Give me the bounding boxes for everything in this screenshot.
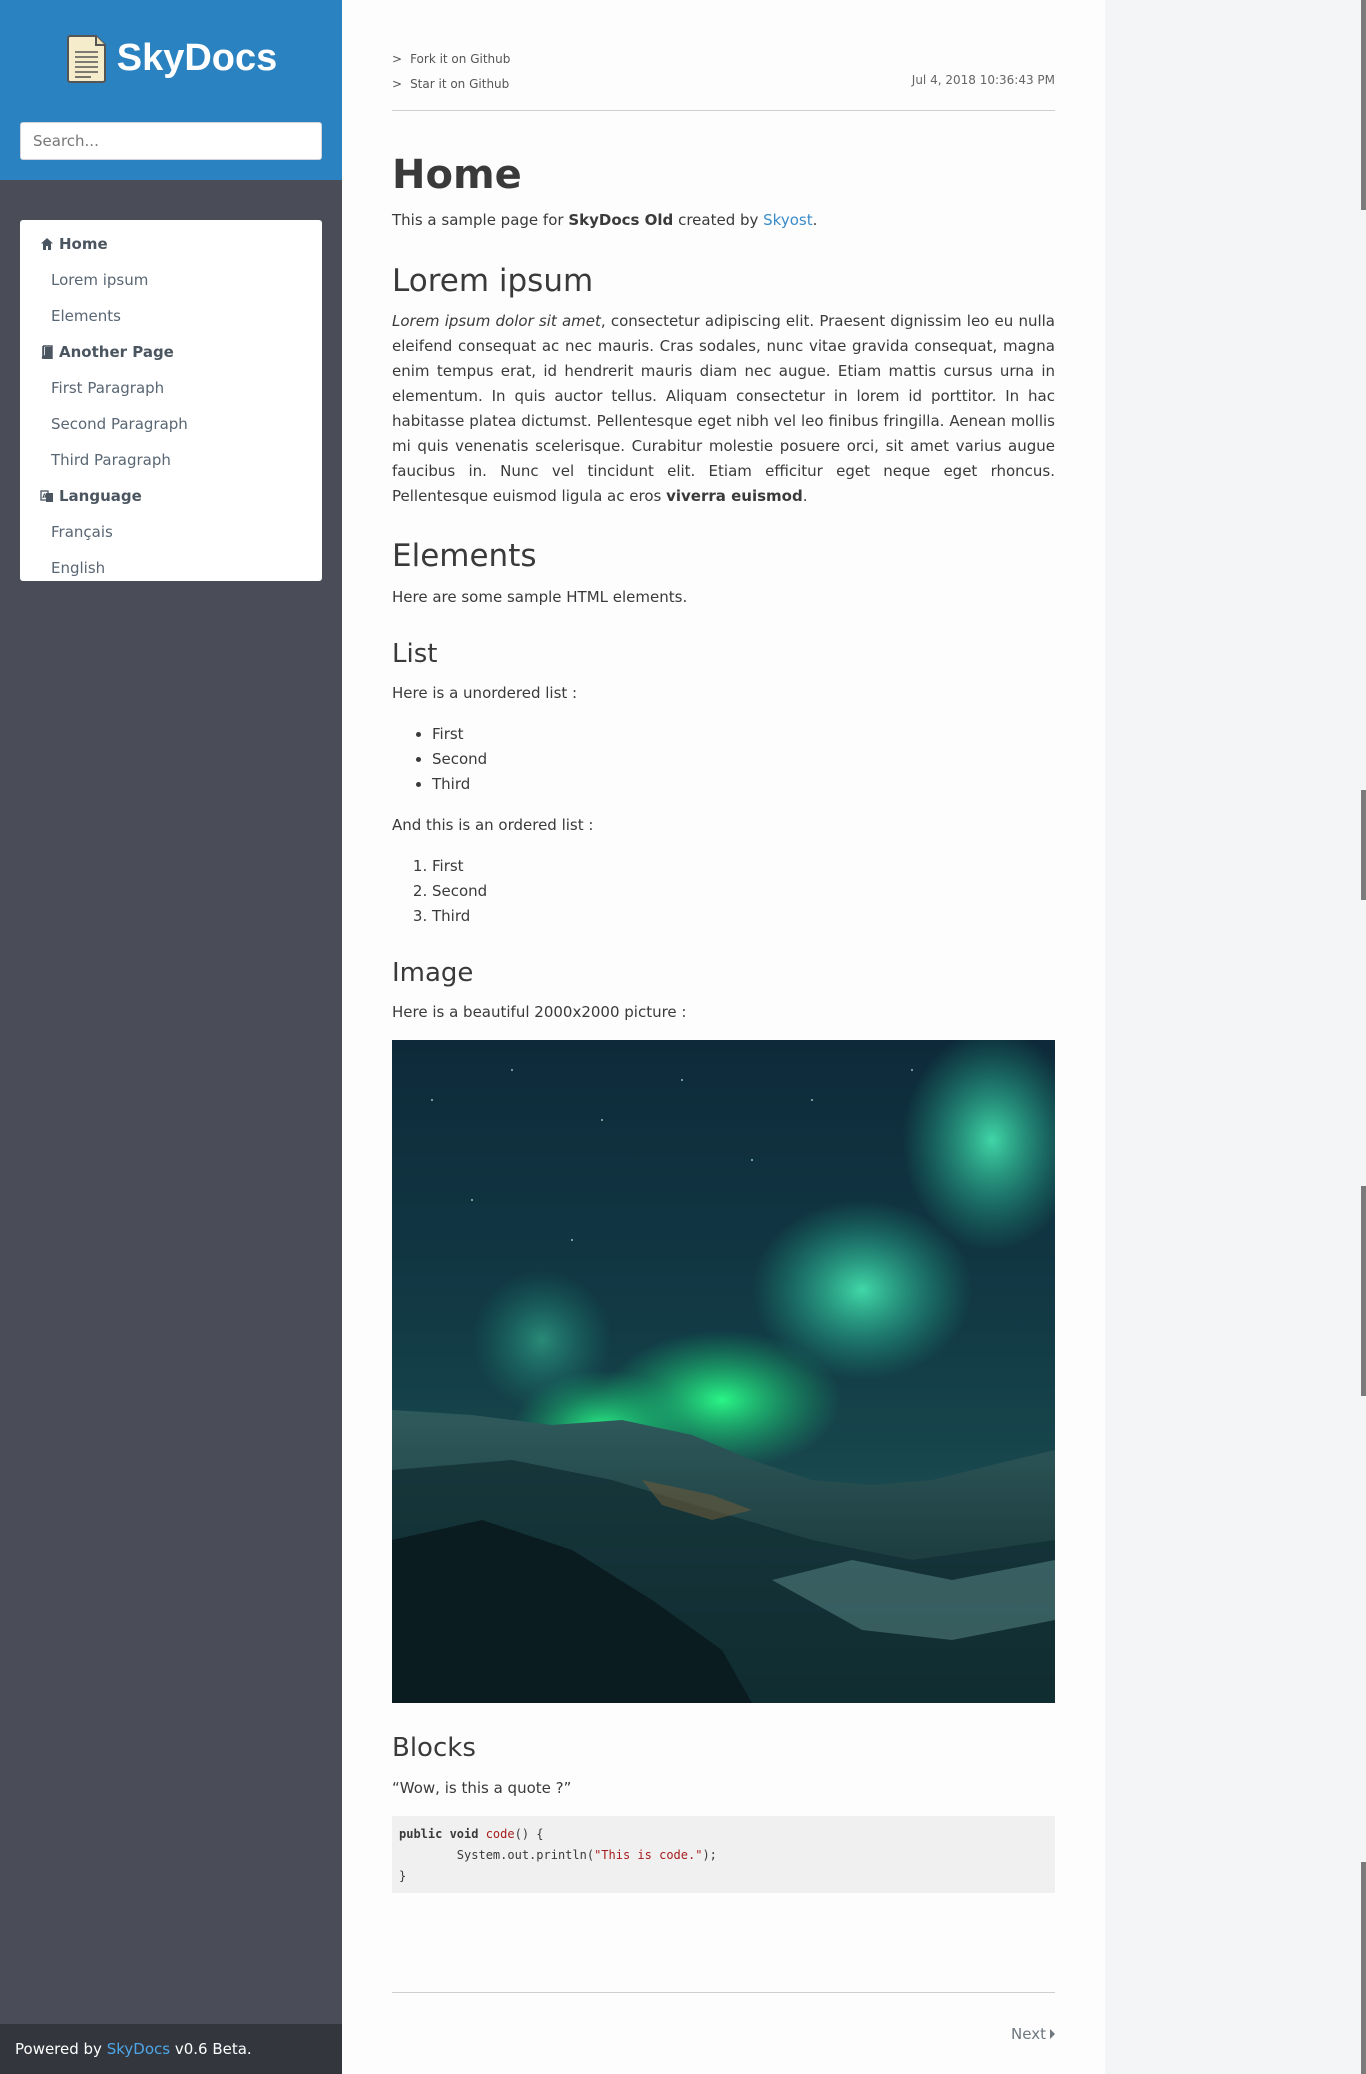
arrow-right-icon: > [392, 51, 403, 66]
search-wrap [0, 88, 342, 160]
nav-label: Second Paragraph [51, 415, 188, 433]
timestamp: Jul 4, 2018 10:36:43 PM [911, 73, 1055, 87]
svg-text:A: A [42, 493, 47, 500]
unordered-list: First Second Third [392, 722, 1055, 797]
nav-label: Elements [51, 307, 121, 325]
nav-label: Another Page [59, 343, 174, 361]
nav-label: First Paragraph [51, 379, 165, 397]
code-string: "This is code." [594, 1848, 703, 1862]
blockquote: “Wow, is this a quote ?” [392, 1779, 572, 1797]
book-icon [41, 345, 53, 359]
footer-suffix: v0.6 Beta. [170, 2040, 252, 2058]
sidebar-header: SkyDocs [0, 0, 342, 180]
brand[interactable]: SkyDocs [0, 28, 342, 88]
intro-text: This a sample page for SkyDocs Old creat… [392, 208, 1055, 233]
intro-after: . [812, 211, 818, 229]
intro-middle: created by [673, 211, 764, 229]
code-text: System.out.println( [399, 1848, 595, 1862]
nav-item-francais[interactable]: Français [20, 514, 322, 550]
code-text: ); [702, 1848, 717, 1862]
scrollbar-marker[interactable] [1361, 1862, 1366, 2074]
language-icon: A [40, 490, 53, 502]
code-text: () { [514, 1827, 544, 1841]
nav-item-language[interactable]: A Language [20, 478, 322, 514]
nav-label: Language [59, 487, 142, 505]
footer-skydocs-link[interactable]: SkyDocs [107, 2040, 170, 2058]
scrollbar-marker[interactable] [1361, 1186, 1366, 1396]
page-title: Home [392, 152, 522, 198]
intro-before: This a sample page for [392, 211, 569, 229]
skyost-link[interactable]: Skyost [763, 211, 812, 229]
aurora-image [392, 1040, 1055, 1703]
github-links: > Fork it on Github > Star it on Github [392, 46, 1055, 96]
nav-label: Lorem ipsum [51, 271, 149, 289]
lorem-ipsum-heading: Lorem ipsum [392, 263, 594, 299]
lorem-bold: viverra euismod [666, 487, 803, 505]
unordered-intro: Here is a unordered list : [392, 684, 578, 702]
nav-item-second-paragraph[interactable]: Second Paragraph [20, 406, 322, 442]
lorem-italic: Lorem ipsum dolor sit amet [392, 312, 601, 330]
divider [392, 1992, 1055, 1993]
sidebar: SkyDocs Home Lorem ipsum Elements Anothe… [0, 0, 342, 2074]
ordered-intro: And this is an ordered list : [392, 816, 594, 834]
list-item: Third [432, 772, 1055, 797]
code-text: } [399, 1869, 407, 1883]
image-text: Here is a beautiful 2000x2000 picture : [392, 1003, 687, 1021]
sidebar-footer: Powered by SkyDocs v0.6 Beta. [0, 2024, 342, 2074]
next-page-link[interactable]: Next [1011, 2025, 1055, 2043]
code-block: public void code() { System.out.println(… [392, 1816, 1055, 1893]
lorem-text: , consectetur adipiscing elit. Praesent … [392, 312, 1055, 505]
scrollbar-marker[interactable] [1361, 790, 1366, 900]
nav-label: Français [51, 523, 113, 541]
ordered-list: First Second Third [392, 854, 1055, 929]
nav-label: Third Paragraph [51, 451, 171, 469]
next-label: Next [1011, 2025, 1046, 2043]
nav-item-first-paragraph[interactable]: First Paragraph [20, 370, 322, 406]
nav-label: English [51, 559, 106, 577]
image-heading: Image [392, 958, 474, 988]
arrow-right-icon: > [392, 76, 403, 91]
fork-github-label: Fork it on Github [410, 51, 511, 66]
main-content: > Fork it on Github > Star it on Github … [342, 0, 1105, 2074]
elements-text: Here are some sample HTML elements. [392, 588, 688, 606]
nav-item-home[interactable]: Home [20, 226, 322, 262]
blocks-heading: Blocks [392, 1733, 476, 1763]
divider [392, 110, 1055, 111]
document-icon [66, 35, 106, 83]
list-item: Third [432, 904, 1055, 929]
lorem-ipsum-paragraph: Lorem ipsum dolor sit amet, consectetur … [392, 309, 1055, 509]
home-icon [41, 238, 53, 250]
intro-bold: SkyDocs Old [568, 211, 674, 229]
list-heading: List [392, 639, 438, 669]
elements-heading: Elements [392, 538, 537, 574]
list-item: First [432, 722, 1055, 747]
nav-item-lorem-ipsum[interactable]: Lorem ipsum [20, 262, 322, 298]
nav-label: Home [59, 235, 108, 253]
footer-prefix: Powered by [15, 2040, 107, 2058]
search-input[interactable] [20, 122, 322, 160]
nav-item-another-page[interactable]: Another Page [20, 334, 322, 370]
list-item: Second [432, 747, 1055, 772]
list-item: Second [432, 879, 1055, 904]
nav-item-elements[interactable]: Elements [20, 298, 322, 334]
code-keyword: public void [399, 1827, 486, 1841]
list-item: First [432, 854, 1055, 879]
nav-menu: Home Lorem ipsum Elements Another Page F… [20, 220, 322, 581]
fork-github-link[interactable]: > Fork it on Github [392, 46, 1055, 71]
brand-name: SkyDocs [116, 36, 278, 79]
code-function: code [485, 1827, 515, 1841]
star-github-label: Star it on Github [410, 76, 510, 91]
nav-item-third-paragraph[interactable]: Third Paragraph [20, 442, 322, 478]
caret-right-icon [1050, 2029, 1055, 2039]
nav-item-english[interactable]: English [20, 550, 322, 586]
lorem-end: . [802, 487, 808, 505]
scrollbar-marker[interactable] [1361, 0, 1366, 210]
